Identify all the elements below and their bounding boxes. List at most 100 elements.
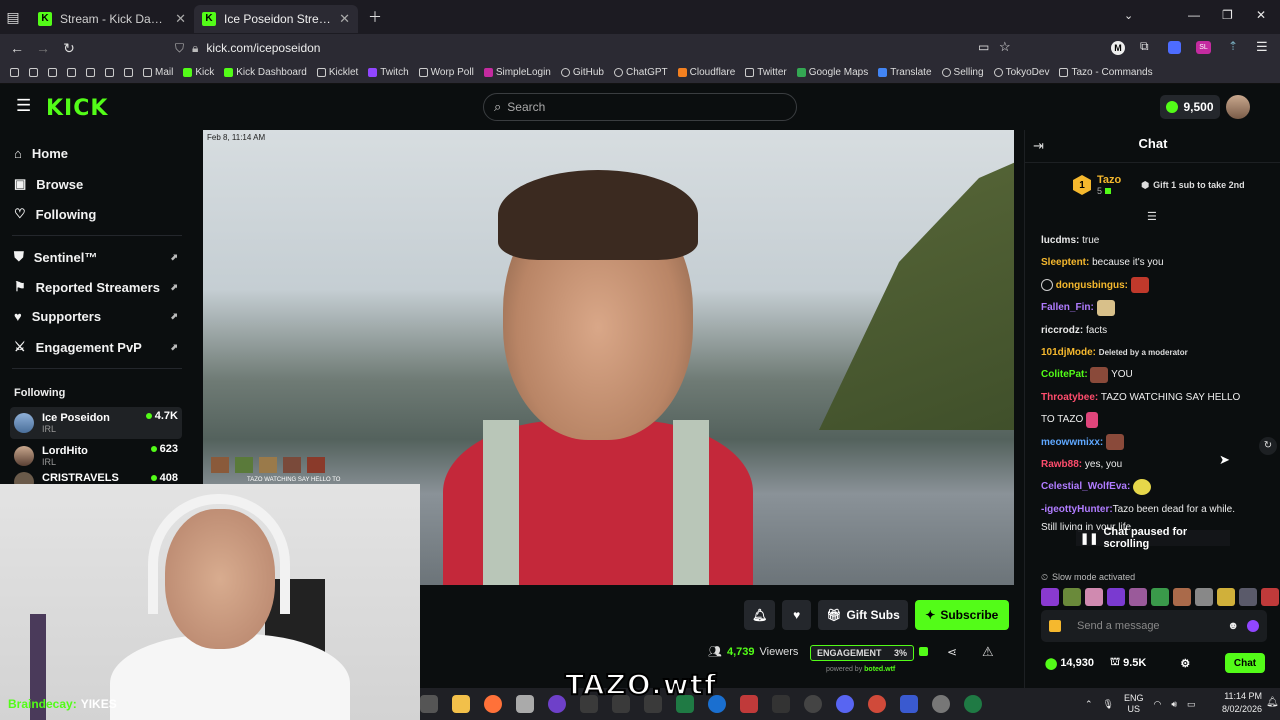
emote[interactable] <box>1063 588 1081 606</box>
gift-leaderboard[interactable]: 1 Tazo 5 ⬢ Gift 1 sub to take 2nd <box>1073 174 1245 196</box>
followed-channel[interactable]: LordHito IRL 623 <box>10 440 182 472</box>
back-icon[interactable]: ← <box>4 40 30 56</box>
kick-emote-icon[interactable] <box>1247 620 1259 632</box>
extensions-icon[interactable]: ⧉ <box>1140 39 1149 54</box>
microphone-icon[interactable]: 🎙︎ <box>1103 699 1114 710</box>
report-icon[interactable]: ⚠ <box>982 644 994 660</box>
share-icon[interactable]: ⋖ <box>947 645 957 659</box>
bookmark-kicklet[interactable]: Kicklet <box>316 67 358 78</box>
minimize-icon[interactable]: — <box>1188 8 1200 22</box>
discord-icon[interactable] <box>836 695 854 713</box>
engagement-info-icon[interactable] <box>919 647 928 656</box>
wifi-icon[interactable]: ◠ <box>1154 699 1162 710</box>
gift-icon[interactable] <box>1049 620 1061 632</box>
taskbar-app-icon[interactable] <box>900 695 918 713</box>
reader-view-icon[interactable]: ▭ <box>978 40 989 54</box>
settings-icon[interactable] <box>932 695 950 713</box>
bookmark-twitter[interactable]: Twitter <box>745 67 787 78</box>
emote[interactable] <box>1217 588 1235 606</box>
sidebar-item-home[interactable]: ⌂ Home <box>14 146 184 161</box>
follow-heart-button[interactable]: ♥ <box>782 600 812 630</box>
sidebar-item-following[interactable]: ♡ Following <box>14 206 184 222</box>
emote[interactable] <box>1195 588 1213 606</box>
bookmark-folder[interactable] <box>10 68 19 77</box>
bookmark-selling[interactable]: Selling <box>941 67 984 78</box>
chat-input[interactable]: Send a message ☻ <box>1041 610 1267 642</box>
send-chat-button[interactable]: Chat <box>1225 653 1265 673</box>
bookmark-tazo-commands[interactable]: Tazo - Commands <box>1059 67 1153 78</box>
bookmark-mail[interactable]: Mail <box>143 67 173 78</box>
bookmark-folder[interactable] <box>86 68 95 77</box>
system-clock[interactable]: 11:14 PM 8/02/2026 <box>1222 690 1262 716</box>
gift-subs-button[interactable]: 🎁︎ Gift Subs <box>818 600 908 630</box>
subscribe-button[interactable]: ✦ Subscribe <box>914 600 1009 630</box>
taskbar-app-icon[interactable] <box>868 695 886 713</box>
bookmark-folder[interactable] <box>124 68 133 77</box>
bookmark-kick-dashboard[interactable]: Kick Dashboard <box>224 67 307 78</box>
taskbar-app-icon[interactable] <box>740 695 758 713</box>
sidebar-item-engagement-pvp[interactable]: ⚔ Engagement PvP ⬈ <box>14 339 184 355</box>
tray-chevron-icon[interactable]: ⌃ <box>1085 699 1093 710</box>
bookmark-worp-poll[interactable]: Worp Poll <box>418 67 474 78</box>
bookmark-twitch[interactable]: Twitch <box>368 67 409 78</box>
address-bar[interactable]: ⛉ 🔒︎ kick.com/iceposeidon <box>175 38 1020 58</box>
emote[interactable] <box>1085 588 1103 606</box>
reload-icon[interactable]: ↻ <box>56 40 82 57</box>
extension-sl-icon[interactable]: SL <box>1196 41 1211 54</box>
sidebar-item-sentinel[interactable]: ⛊ Sentinel™ ⬈ <box>14 249 184 265</box>
maximize-icon[interactable]: ❐ <box>1222 8 1233 22</box>
emote[interactable] <box>1151 588 1169 606</box>
chat-settings-icon[interactable]: ⚙ <box>1180 657 1190 670</box>
bookmark-star-icon[interactable]: ☆ <box>999 39 1011 55</box>
url-text[interactable]: kick.com/iceposeidon <box>206 41 320 55</box>
sidebar-item-reported-streamers[interactable]: ⚑ Reported Streamers ⬈ <box>14 279 184 295</box>
notification-bell-button[interactable]: 🔔︎ <box>744 600 776 630</box>
emote[interactable] <box>1261 588 1279 606</box>
bookmark-simplelogin[interactable]: SimpleLogin <box>483 67 551 78</box>
search-input[interactable]: ⌕ Search <box>483 93 797 121</box>
bookmark-chatgpt[interactable]: ChatGPT <box>613 67 668 78</box>
bookmark-folder[interactable] <box>67 68 76 77</box>
close-tab-icon[interactable]: ✕ <box>339 11 350 27</box>
notification-bell-icon[interactable]: 🔔︎ <box>1266 697 1279 708</box>
kicks-balance[interactable]: 9,500 <box>1160 95 1220 119</box>
bookmark-tokyodev[interactable]: TokyoDev <box>993 67 1049 78</box>
extension-arrow-icon[interactable]: ⇡ <box>1228 39 1238 53</box>
taskbar-app-icon[interactable] <box>420 695 438 713</box>
file-explorer-icon[interactable] <box>452 695 470 713</box>
tab-list-icon[interactable]: ▤ <box>0 9 26 26</box>
close-window-icon[interactable]: ✕ <box>1256 8 1266 22</box>
followers-count[interactable]: ⛫ 9.5K <box>1110 656 1146 670</box>
extension-m-icon[interactable]: M <box>1111 41 1125 55</box>
close-tab-icon[interactable]: ✕ <box>175 11 186 27</box>
emote[interactable] <box>1107 588 1125 606</box>
sidebar-item-supporters[interactable]: ♥ Supporters ⬈ <box>14 309 184 324</box>
channel-points[interactable]: ⬤ 14,930 <box>1045 657 1094 670</box>
obs-icon[interactable] <box>804 695 822 713</box>
language-indicator[interactable]: ENG US <box>1124 693 1144 715</box>
firefox-icon[interactable] <box>484 695 502 713</box>
xbox-icon[interactable] <box>964 695 982 713</box>
scroll-to-bottom-icon[interactable]: ↻ <box>1259 437 1277 455</box>
shield-icon[interactable]: ⛉ <box>175 41 184 56</box>
tab-dropdown-icon[interactable]: ⌄ <box>1124 9 1133 22</box>
volume-icon[interactable]: 🔊︎ <box>1171 699 1177 710</box>
bookmark-translate[interactable]: Translate <box>878 67 932 78</box>
tab-kick-dashboard[interactable]: K Stream - Kick Dashboard ✕ <box>30 5 194 33</box>
sidebar-item-browse[interactable]: ▣ Browse <box>14 176 184 192</box>
user-avatar[interactable] <box>1226 95 1250 119</box>
emote[interactable] <box>1041 588 1059 606</box>
github-desktop-icon[interactable] <box>548 695 566 713</box>
tab-ice-poseidon[interactable]: K Ice Poseidon Stream - Watch ✕ <box>194 4 358 33</box>
bookmark-google-maps[interactable]: Google Maps <box>796 67 868 78</box>
lock-icon[interactable]: 🔒︎ <box>192 41 198 56</box>
emote[interactable] <box>1239 588 1257 606</box>
expand-leaderboard-icon[interactable]: ☰ <box>1147 210 1157 223</box>
bookmark-folder[interactable] <box>105 68 114 77</box>
followed-channel[interactable]: Ice Poseidon IRL 4.7K <box>10 407 182 439</box>
bookmark-folder[interactable] <box>48 68 57 77</box>
emoji-icon[interactable]: ☻ <box>1227 620 1239 632</box>
bookmark-cloudflare[interactable]: Cloudflare <box>677 67 735 78</box>
calculator-icon[interactable] <box>516 695 534 713</box>
emote[interactable] <box>1129 588 1147 606</box>
